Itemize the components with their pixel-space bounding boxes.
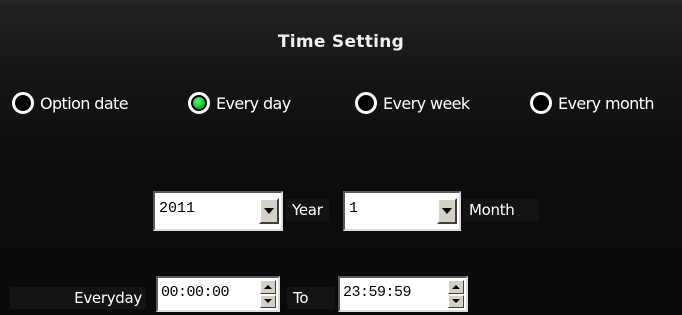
schedule-radio-group: Option date Every day Every week Every m… — [0, 86, 682, 120]
radio-unchecked-icon — [530, 92, 552, 114]
time-setting-panel: Time Setting Option date Every day Every… — [0, 0, 682, 315]
radio-every-week[interactable]: Every week — [355, 86, 470, 120]
arrow-up-icon — [452, 284, 460, 289]
to-label: To — [287, 287, 335, 309]
chevron-down-icon — [264, 208, 274, 214]
radio-label: Every week — [383, 93, 470, 113]
month-select[interactable]: 1 — [343, 191, 461, 231]
radio-checked-icon — [188, 92, 210, 114]
radio-every-day[interactable]: Every day — [188, 86, 291, 120]
radio-label: Every month — [558, 93, 654, 113]
radio-label: Every day — [216, 93, 291, 113]
start-time-input[interactable]: 00:00:00 — [156, 276, 280, 312]
radio-label: Option date — [40, 93, 129, 113]
radio-unchecked-icon — [355, 92, 377, 114]
end-time-value: 23:59:59 — [343, 284, 412, 301]
month-dropdown-button[interactable] — [437, 198, 457, 224]
year-label: Year — [286, 199, 329, 221]
year-dropdown-button[interactable] — [259, 198, 279, 224]
year-value: 2011 — [159, 200, 196, 217]
arrow-up-icon — [264, 284, 272, 289]
radio-option-date[interactable]: Option date — [12, 86, 129, 120]
everyday-label: Everyday — [10, 287, 146, 309]
month-label: Month — [463, 199, 539, 221]
chevron-down-icon — [442, 208, 452, 214]
year-select[interactable]: 2011 — [153, 191, 283, 231]
end-time-increment-button[interactable] — [448, 280, 464, 294]
start-time-increment-button[interactable] — [260, 280, 276, 294]
month-value: 1 — [349, 200, 359, 217]
end-time-input[interactable]: 23:59:59 — [338, 276, 468, 312]
end-time-decrement-button[interactable] — [448, 294, 464, 308]
arrow-down-icon — [452, 299, 460, 304]
start-time-value: 00:00:00 — [161, 284, 230, 301]
dialog-title: Time Setting — [277, 32, 405, 52]
radio-unchecked-icon — [12, 92, 34, 114]
start-time-decrement-button[interactable] — [260, 294, 276, 308]
radio-every-month[interactable]: Every month — [530, 86, 654, 120]
arrow-down-icon — [264, 299, 272, 304]
